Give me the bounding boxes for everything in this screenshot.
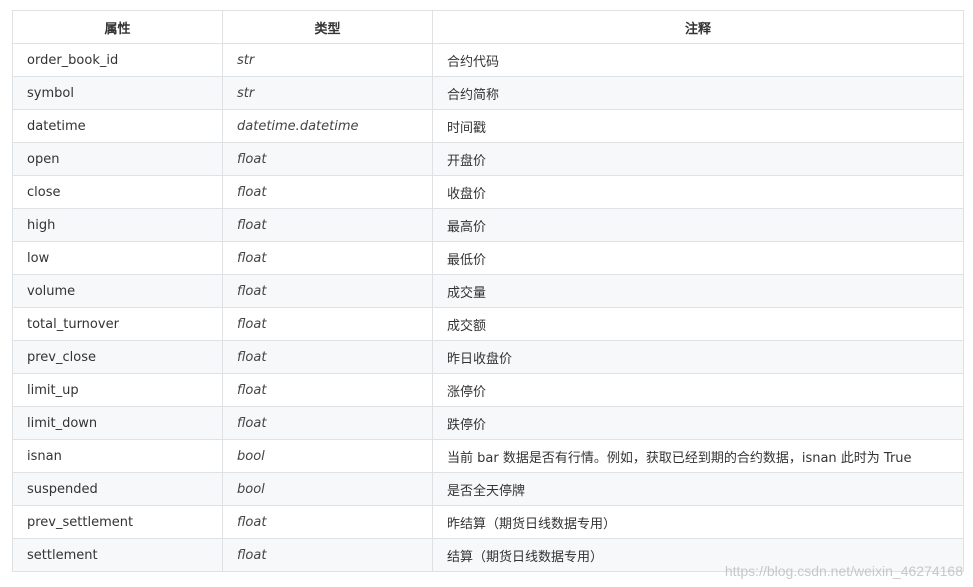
table-row: high float 最高价 — [12, 208, 964, 242]
table-row: prev_settlement float 昨结算（期货日线数据专用） — [12, 505, 964, 539]
type-cell: float — [222, 340, 433, 374]
attribute-cell: volume — [12, 274, 223, 308]
type-cell: float — [222, 241, 433, 275]
attribute-cell: datetime — [12, 109, 223, 143]
attribute-cell: suspended — [12, 472, 223, 506]
type-cell: bool — [222, 439, 433, 473]
table-row: close float 收盘价 — [12, 175, 964, 209]
note-cell: 最低价 — [432, 241, 964, 275]
note-cell: 当前 bar 数据是否有行情。例如，获取已经到期的合约数据，isnan 此时为 … — [432, 439, 964, 473]
attribute-cell: limit_up — [12, 373, 223, 407]
attribute-cell: settlement — [12, 538, 223, 572]
type-cell: str — [222, 76, 433, 110]
note-cell: 昨结算（期货日线数据专用） — [432, 505, 964, 539]
attribute-cell: symbol — [12, 76, 223, 110]
header-row: 属性 类型 注释 — [12, 10, 964, 44]
note-cell: 成交额 — [432, 307, 964, 341]
table-row: open float 开盘价 — [12, 142, 964, 176]
type-cell: float — [222, 274, 433, 308]
attribute-cell: low — [12, 241, 223, 275]
table-row: order_book_id str 合约代码 — [12, 43, 964, 77]
type-cell: float — [222, 142, 433, 176]
table-row: total_turnover float 成交额 — [12, 307, 964, 341]
table-row: volume float 成交量 — [12, 274, 964, 308]
type-cell: float — [222, 175, 433, 209]
table-row: symbol str 合约简称 — [12, 76, 964, 110]
type-cell: datetime.datetime — [222, 109, 433, 143]
watermark-url: https://blog.csdn.net/weixin_46274168 — [724, 563, 963, 579]
table-row: limit_up float 涨停价 — [12, 373, 964, 407]
header-note: 注释 — [432, 10, 964, 44]
note-cell: 合约简称 — [432, 76, 964, 110]
attribute-cell: prev_close — [12, 340, 223, 374]
table-row: datetime datetime.datetime 时间戳 — [12, 109, 964, 143]
note-cell: 合约代码 — [432, 43, 964, 77]
type-cell: float — [222, 505, 433, 539]
table-row: prev_close float 昨日收盘价 — [12, 340, 964, 374]
header-type: 类型 — [222, 10, 433, 44]
attribute-cell: isnan — [12, 439, 223, 473]
type-cell: str — [222, 43, 433, 77]
header-attribute: 属性 — [12, 10, 223, 44]
note-cell: 涨停价 — [432, 373, 964, 407]
table-row: suspended bool 是否全天停牌 — [12, 472, 964, 506]
table-row: low float 最低价 — [12, 241, 964, 275]
attribute-table-container: 属性 类型 注释 order_book_id str 合约代码 symbol s… — [12, 10, 964, 572]
type-cell: bool — [222, 472, 433, 506]
note-cell: 时间戳 — [432, 109, 964, 143]
table-row: isnan bool 当前 bar 数据是否有行情。例如，获取已经到期的合约数据… — [12, 439, 964, 473]
note-cell: 开盘价 — [432, 142, 964, 176]
attribute-table: 属性 类型 注释 order_book_id str 合约代码 symbol s… — [12, 10, 964, 572]
attribute-cell: open — [12, 142, 223, 176]
attribute-cell: high — [12, 208, 223, 242]
type-cell: float — [222, 373, 433, 407]
note-cell: 是否全天停牌 — [432, 472, 964, 506]
table-row: limit_down float 跌停价 — [12, 406, 964, 440]
note-cell: 最高价 — [432, 208, 964, 242]
attribute-cell: total_turnover — [12, 307, 223, 341]
attribute-cell: limit_down — [12, 406, 223, 440]
attribute-cell: prev_settlement — [12, 505, 223, 539]
type-cell: float — [222, 538, 433, 572]
attribute-cell: order_book_id — [12, 43, 223, 77]
note-cell: 跌停价 — [432, 406, 964, 440]
table-body: order_book_id str 合约代码 symbol str 合约简称 d… — [12, 43, 964, 572]
note-cell: 收盘价 — [432, 175, 964, 209]
note-cell: 成交量 — [432, 274, 964, 308]
type-cell: float — [222, 208, 433, 242]
type-cell: float — [222, 406, 433, 440]
note-cell: 昨日收盘价 — [432, 340, 964, 374]
attribute-cell: close — [12, 175, 223, 209]
type-cell: float — [222, 307, 433, 341]
table-header: 属性 类型 注释 — [12, 10, 964, 44]
